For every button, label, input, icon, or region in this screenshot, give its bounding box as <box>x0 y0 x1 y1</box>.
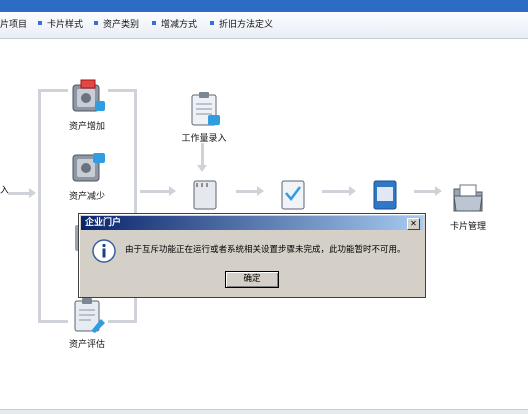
dialog-title-bar[interactable]: 企业门户 ✕ <box>81 216 423 230</box>
node-label: 资产增加 <box>68 122 105 132</box>
safe-reduce-icon <box>72 153 105 182</box>
bullet-icon <box>38 21 42 25</box>
ok-button[interactable]: 确定 <box>225 271 279 288</box>
connector <box>201 143 204 165</box>
dialog-message: 由于互斥功能正在运行或者系统相关设置步骤未完成，此功能暂时不可用。 <box>125 245 406 255</box>
node-label: 资产减少 <box>68 192 105 202</box>
message-dialog: 企业门户 ✕ 由于互斥功能正在运行或者系统相关设置步骤未完成，此功能暂时不可用。… <box>78 213 426 298</box>
node-process-step-2[interactable] <box>252 177 332 215</box>
toolbar-item-label: 折旧方法定义 <box>219 20 274 30</box>
node-card-management[interactable]: 卡片管理 <box>428 179 508 232</box>
window-top-bar <box>0 0 528 12</box>
node-label: 卡片管理 <box>449 222 486 232</box>
connector <box>8 192 30 195</box>
dialog-close-button[interactable]: ✕ <box>407 218 420 230</box>
clipboard-evaluation-icon <box>74 298 105 333</box>
toolbar-item-label: 卡片样式 <box>47 20 84 30</box>
node-asset-evaluation[interactable]: 资产评估 <box>47 297 127 350</box>
node-process-step-3[interactable] <box>344 177 424 215</box>
document-check-icon <box>281 180 305 210</box>
bullet-icon <box>94 21 98 25</box>
node-workload-entry[interactable]: 工作量录入 <box>164 91 244 144</box>
toolbar-item-label: 增减方式 <box>161 20 198 30</box>
node-label: 资产评估 <box>68 340 105 350</box>
toolbar-item-label: 片项目 <box>0 20 28 30</box>
node-process-step-1[interactable] <box>164 177 244 215</box>
group-bracket-left <box>38 89 41 323</box>
bullet-icon <box>152 21 156 25</box>
toolbar-item-asset-category[interactable]: 资产类别 <box>94 18 139 32</box>
toolbar-item-change-method[interactable]: 增减方式 <box>152 18 197 32</box>
status-strip <box>0 409 528 414</box>
info-icon <box>92 239 116 263</box>
calendar-report-icon <box>373 180 397 210</box>
node-label: 工作量录入 <box>181 134 227 144</box>
arrow-right-icon <box>29 188 36 198</box>
dialog-title: 企业门户 <box>85 218 122 228</box>
bullet-icon <box>210 21 214 25</box>
toolbar-item-card-project[interactable]: 片项目 <box>0 18 27 32</box>
node-asset-reduce[interactable]: 资产减少 <box>47 149 127 202</box>
toolbar: 片项目 卡片样式 资产类别 增减方式 折旧方法定义 <box>0 12 528 39</box>
folder-cards-icon <box>453 184 483 212</box>
toolbar-item-label: 资产类别 <box>103 20 140 30</box>
arrow-down-icon <box>197 165 207 172</box>
safe-add-icon <box>72 79 105 112</box>
node-asset-add[interactable]: 资产增加 <box>47 79 127 132</box>
calendar-icon <box>193 180 217 210</box>
toolbar-item-depreciation-method[interactable]: 折旧方法定义 <box>210 18 273 32</box>
clipboard-entry-icon <box>191 92 220 126</box>
toolbar-item-card-style[interactable]: 卡片样式 <box>38 18 83 32</box>
